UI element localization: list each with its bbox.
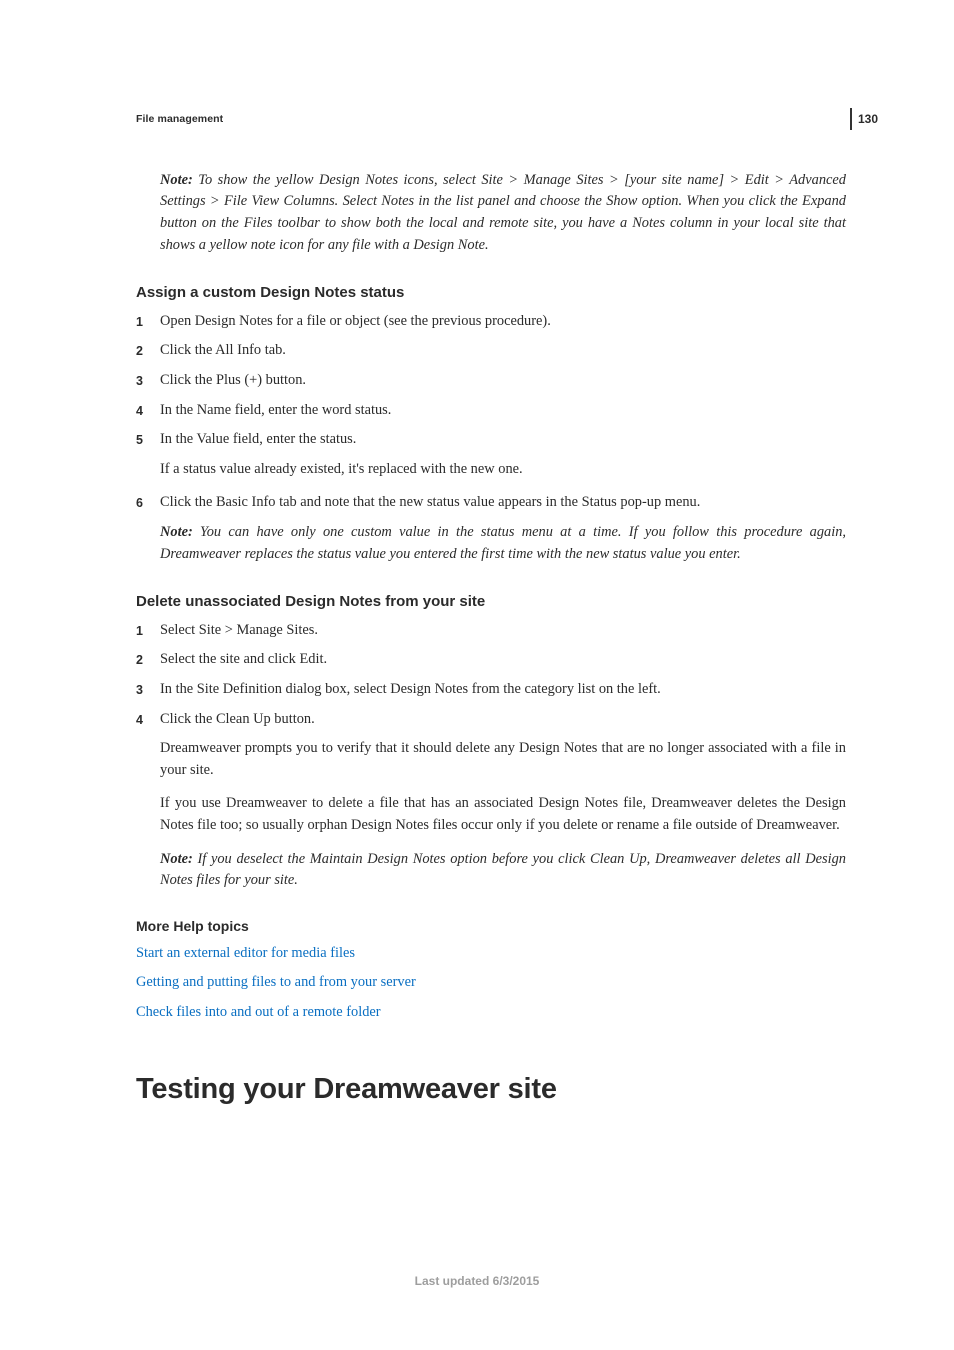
page-number-block: 130	[850, 108, 878, 130]
step-text: In the Value field, enter the status.	[160, 431, 356, 447]
intro-note: Note: To show the yellow Design Notes ic…	[160, 170, 846, 256]
page-title: Testing your Dreamweaver site	[136, 1068, 846, 1112]
note-label: Note:	[160, 172, 193, 188]
note-text: If you deselect the Maintain Design Note…	[160, 851, 846, 889]
list-item: Click the Clean Up button. Dreamweaver p…	[136, 709, 846, 892]
step-text: In the Site Definition dialog box, selec…	[160, 681, 661, 697]
step-sub: Dreamweaver prompts you to verify that i…	[160, 738, 846, 892]
page-number: 130	[858, 108, 878, 130]
note-label: Note:	[160, 851, 193, 867]
steps-delete-notes: Select Site > Manage Sites. Select the s…	[136, 620, 846, 892]
step-text: Click the Clean Up button.	[160, 711, 315, 727]
heading-assign-status: Assign a custom Design Notes status	[136, 282, 846, 305]
step-text: Click the All Info tab.	[160, 342, 286, 358]
list-item: Select the site and click Edit.	[136, 649, 846, 671]
step-sub-text: If you use Dreamweaver to delete a file …	[160, 793, 846, 836]
note-text: To show the yellow Design Notes icons, s…	[160, 172, 846, 253]
step-text: Open Design Notes for a file or object (…	[160, 313, 551, 329]
list-item: Click the All Info tab.	[136, 340, 846, 362]
list-item: In the Name field, enter the word status…	[136, 400, 846, 422]
list-item: Click the Plus (+) button.	[136, 370, 846, 392]
steps-assign-status: Open Design Notes for a file or object (…	[136, 311, 846, 565]
list-item: Select Site > Manage Sites.	[136, 620, 846, 642]
list-item: In the Value field, enter the status. If…	[136, 429, 846, 480]
step-text: Select Site > Manage Sites.	[160, 622, 318, 638]
step-text: Click the Plus (+) button.	[160, 372, 306, 388]
step-sub-text: If a status value already existed, it's …	[160, 459, 846, 481]
help-link[interactable]: Start an external editor for media files	[136, 943, 846, 965]
list-item: In the Site Definition dialog box, selec…	[136, 679, 846, 701]
step-text: In the Name field, enter the word status…	[160, 402, 391, 418]
step-sub-text: Dreamweaver prompts you to verify that i…	[160, 738, 846, 781]
heading-more-help: More Help topics	[136, 916, 846, 937]
heading-delete-notes: Delete unassociated Design Notes from yo…	[136, 591, 846, 614]
help-link[interactable]: Check files into and out of a remote fol…	[136, 1002, 846, 1024]
step-text: Select the site and click Edit.	[160, 651, 327, 667]
note-text: You can have only one custom value in th…	[160, 524, 846, 562]
footer-updated: Last updated 6/3/2015	[0, 1272, 954, 1290]
page-number-rule	[850, 108, 852, 130]
list-item: Click the Basic Info tab and note that t…	[136, 492, 846, 565]
step-note: Note: You can have only one custom value…	[160, 522, 846, 565]
note-label: Note:	[160, 524, 193, 540]
help-link[interactable]: Getting and putting files to and from yo…	[136, 972, 846, 994]
running-header: File management	[136, 112, 846, 128]
list-item: Open Design Notes for a file or object (…	[136, 311, 846, 333]
step-sub: If a status value already existed, it's …	[160, 459, 846, 481]
step-text: Click the Basic Info tab and note that t…	[160, 494, 700, 510]
